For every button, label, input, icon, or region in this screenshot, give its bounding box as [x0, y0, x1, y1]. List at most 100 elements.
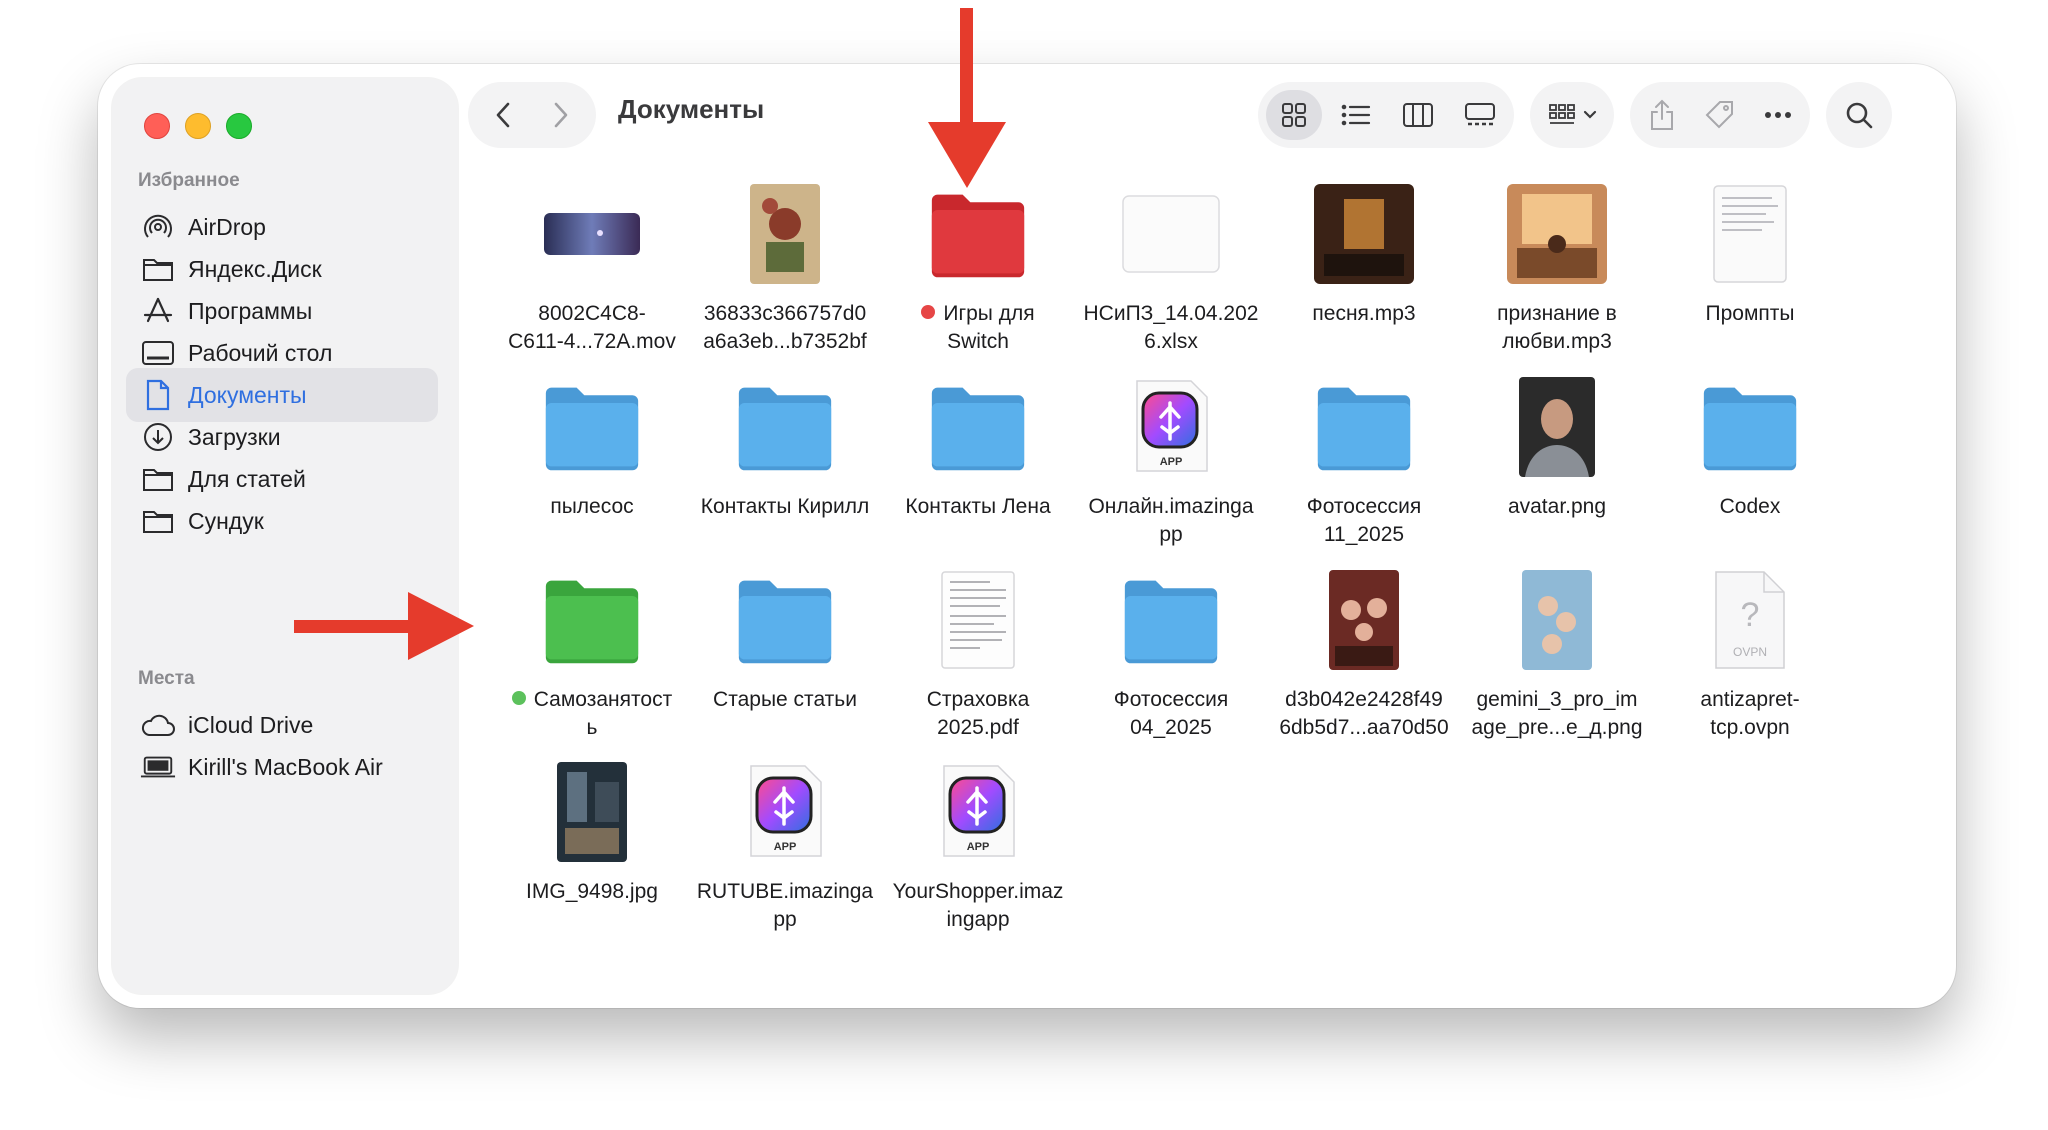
file-name-text: песня.mp3 [1312, 302, 1416, 325]
sidebar-item-label: Для статей [188, 465, 306, 492]
file-name-text: d3b042e2428f49 6db5d7...aa70d50 [1279, 688, 1449, 739]
cloud-icon [140, 707, 176, 743]
places-section-label: Места [138, 668, 195, 689]
folder-icon [1314, 377, 1414, 477]
grid-view-icon [1282, 103, 1306, 127]
column-view-button[interactable] [1390, 90, 1446, 140]
file-name-text: antizapret- tcp.ovpn [1700, 688, 1800, 739]
sidebar: Избранное AirDrop Яндекс.Диск Программы … [112, 78, 458, 994]
favorites-section-label: Избранное [138, 170, 240, 191]
file-name-label: d3b042e2428f49 6db5d7...aa70d50 [1268, 686, 1460, 742]
search-control[interactable] [1826, 82, 1892, 148]
group-by-control[interactable] [1530, 82, 1614, 148]
navigation-buttons [468, 82, 596, 148]
file-thumbnail-icon [542, 762, 642, 862]
file-name-text: Страховка 2025.pdf [926, 688, 1030, 739]
file-name-label: YourShopper.imaz ingapp [882, 878, 1074, 934]
gallery-view-button[interactable] [1452, 90, 1508, 140]
sidebar-item-label: Загрузки [188, 423, 281, 450]
app-file-icon: APP [1121, 377, 1221, 477]
file-name-label: НСиПЗ_14.04.202 6.xlsx [1075, 300, 1267, 356]
desktop-icon [140, 335, 176, 371]
file-name-text: признание в любви.mp3 [1497, 302, 1617, 353]
file-name-label: Самозанятост ь [496, 686, 688, 742]
file-name-label: признание в любви.mp3 [1461, 300, 1653, 356]
file-thumbnail-icon [1121, 184, 1221, 284]
app-file-icon: APP [928, 762, 1028, 862]
forward-button[interactable] [536, 90, 586, 140]
app-badge-label: APP [774, 841, 797, 853]
file-thumbnail-icon [735, 184, 835, 284]
file-thumbnail-icon [1507, 184, 1607, 284]
back-button[interactable] [478, 90, 528, 140]
group-grid-icon [1549, 104, 1575, 124]
folder-icon [1121, 570, 1221, 670]
file-name-text: avatar.png [1507, 495, 1607, 518]
sidebar-item-label: Яндекс.Диск [188, 255, 322, 282]
download-icon [140, 419, 176, 455]
apps-icon [140, 293, 176, 329]
annotation-arrow-right [294, 592, 474, 660]
share-button[interactable] [1636, 90, 1688, 140]
file-name-text: Codex [1719, 495, 1781, 518]
tag-button[interactable] [1694, 90, 1746, 140]
more-button[interactable] [1752, 90, 1804, 140]
folder-icon [542, 377, 642, 477]
file-name-label: 36833c366757d0 a6a3eb...b7352bf [689, 300, 881, 356]
file-name-text: Старые статьи [713, 688, 857, 711]
file-name-text: YourShopper.imaz ingapp [892, 880, 1064, 931]
folder-icon [735, 570, 835, 670]
file-thumbnail-icon [1507, 377, 1607, 477]
file-name-label: IMG_9498.jpg [496, 878, 688, 906]
file-name-text: 36833c366757d0 a6a3eb...b7352bf [703, 302, 867, 353]
finder-window: Избранное AirDrop Яндекс.Диск Программы … [98, 64, 1956, 1008]
file-name-text: RUTUBE.imazinga pp [696, 880, 874, 931]
group-button[interactable] [1542, 90, 1604, 140]
search-icon [1846, 102, 1873, 129]
file-name-label: Игры для Switch [882, 300, 1074, 356]
list-view-button[interactable] [1328, 90, 1384, 140]
search-button[interactable] [1834, 90, 1884, 140]
gallery-view-icon [1465, 103, 1495, 126]
file-name-label: avatar.png [1461, 493, 1653, 521]
file-name-text: Контакты Кирилл [700, 495, 870, 518]
file-name-label: Онлайн.imazinga pp [1075, 493, 1267, 549]
close-window-button[interactable] [144, 113, 170, 139]
window-title: Документы [618, 94, 765, 124]
app-badge-label: APP [967, 841, 990, 853]
file-name-text: НСиПЗ_14.04.202 6.xlsx [1083, 302, 1259, 353]
file-thumbnail-icon [1314, 570, 1414, 670]
ellipsis-icon [1765, 112, 1791, 118]
app-file-icon: APP [735, 762, 835, 862]
tag-icon [1705, 101, 1733, 129]
list-view-icon [1341, 104, 1371, 126]
sidebar-item-label: Документы [188, 381, 307, 408]
ovpn-badge-label: OVPN [1733, 645, 1767, 659]
file-name-text: Контакты Лена [905, 495, 1051, 518]
sidebar-item-chest[interactable]: Сундук [126, 494, 438, 548]
file-thumbnail-icon [542, 184, 642, 284]
annotation-arrow-down [928, 8, 1006, 188]
file-name-text: Онлайн.imazinga pp [1088, 495, 1254, 546]
folder-icon [542, 570, 642, 670]
sidebar-item-label: Программы [188, 297, 313, 324]
laptop-icon [140, 749, 176, 785]
share-icon [1651, 99, 1673, 130]
zoom-window-button[interactable] [226, 113, 252, 139]
file-name-label: Codex [1654, 493, 1846, 521]
view-mode-control [1258, 82, 1514, 148]
file-name-label: Контакты Лена [882, 493, 1074, 521]
file-thumbnail-icon [1314, 184, 1414, 284]
file-name-label: 8002C4C8- C611-4...72A.mov [496, 300, 688, 356]
file-name-label: песня.mp3 [1268, 300, 1460, 328]
file-name-text: gemini_3_pro_im age_pre...e_д.png [1471, 688, 1643, 739]
icon-view-button[interactable] [1266, 90, 1322, 140]
app-badge-label: APP [1160, 456, 1183, 468]
actions-control [1630, 82, 1810, 148]
file-name-text: 8002C4C8- C611-4...72A.mov [508, 302, 676, 353]
file-name-label: Старые статьи [689, 686, 881, 714]
color-tag-dot [511, 691, 526, 705]
unknown-file-mark: ? [1741, 596, 1760, 634]
sidebar-item-macbook[interactable]: Kirill's MacBook Air [126, 740, 438, 794]
minimize-window-button[interactable] [185, 113, 211, 139]
